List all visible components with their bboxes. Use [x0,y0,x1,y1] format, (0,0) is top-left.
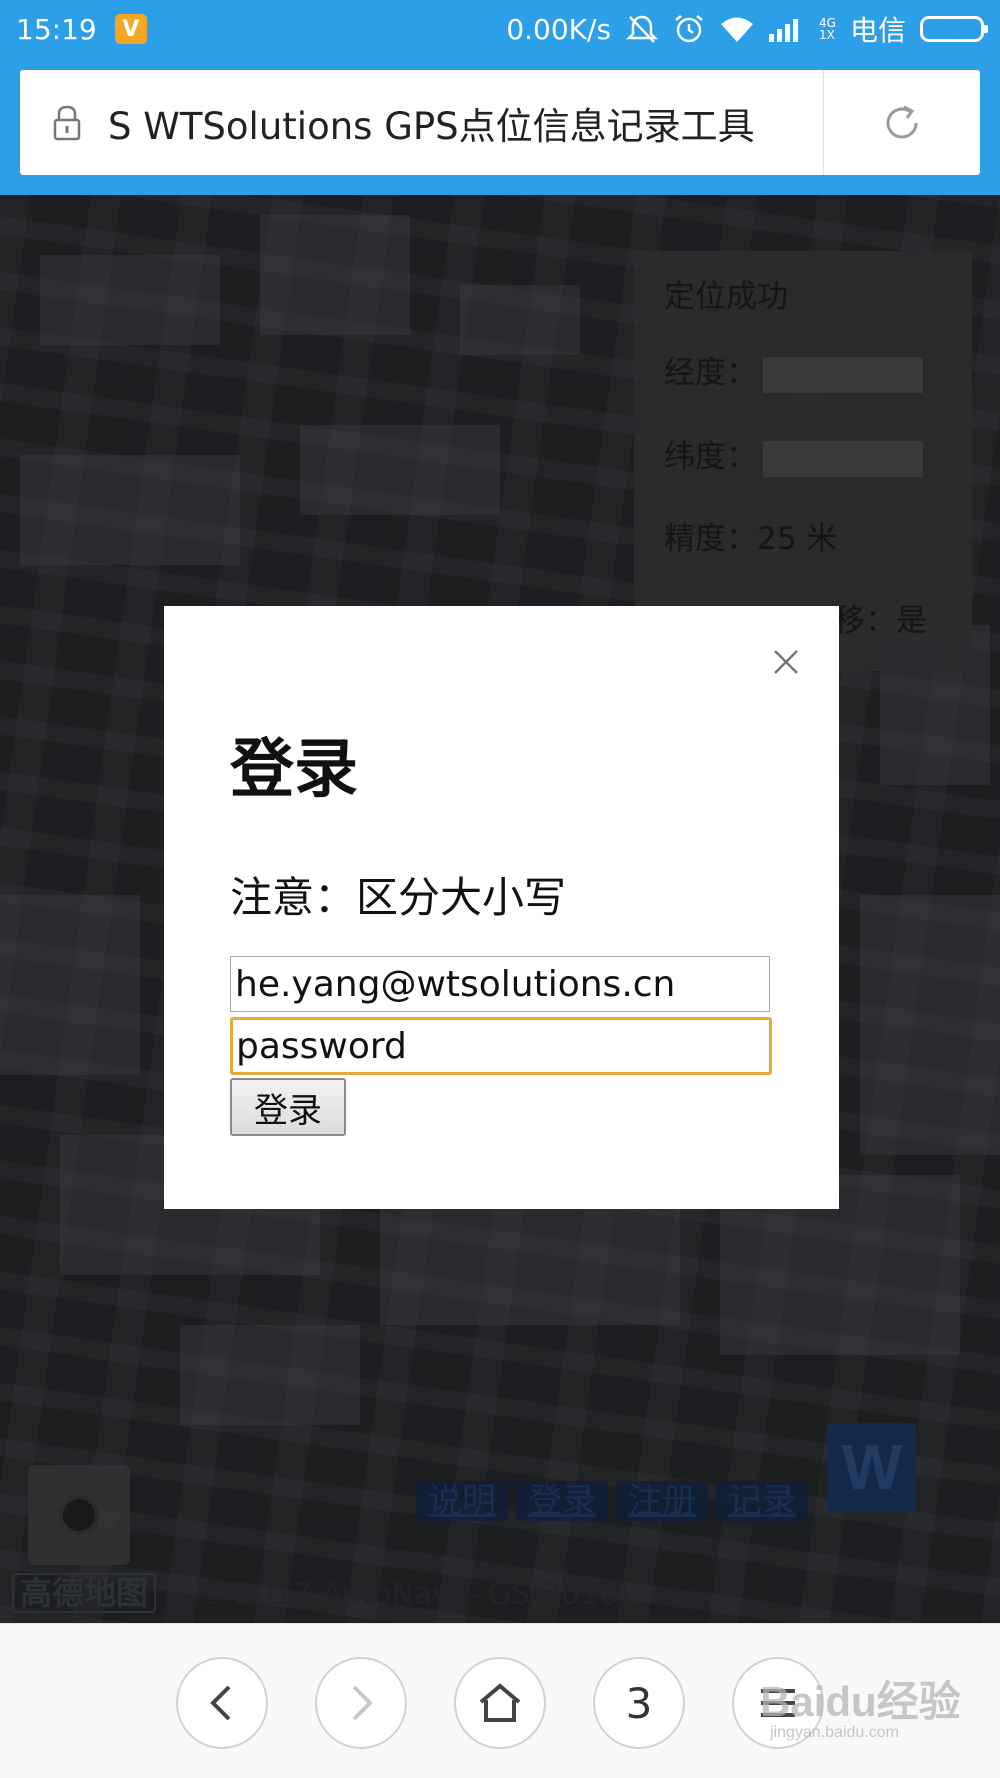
tabs-icon: 3 [625,1678,653,1728]
carrier-name: 电信 [849,14,906,47]
status-time: 15:19 [16,12,97,46]
status-bar: 15:19 V 0.00K/s 4G 1X 电信 [0,0,1000,58]
signal-icon [769,16,805,42]
password-field[interactable] [230,1017,772,1075]
back-button[interactable] [176,1657,268,1749]
watermark-url: jingyan.baidu.com [770,1724,899,1741]
mute-icon [625,14,659,44]
close-icon [774,650,798,674]
forward-icon [352,1685,373,1721]
page-title: S WTSolutions GPS点位信息记录工具 [108,104,755,148]
wifi-icon [719,15,755,43]
browser-bottom-bar: 3 Baidu经验 jingyan.baidu.com [0,1623,1000,1778]
status-icons: 0.00K/s 4G 1X 电信 [506,9,988,49]
email-field[interactable] [230,956,770,1012]
tabs-button[interactable]: 3 [593,1657,685,1749]
battery-icon [920,16,988,42]
lock-icon [52,104,92,142]
close-button[interactable] [762,638,810,686]
case-sensitive-note: 注意：区分大小写 [230,873,567,922]
alarm-icon [673,14,705,44]
browser-header: S WTSolutions GPS点位信息记录工具 [0,58,1000,195]
reload-button[interactable] [824,70,980,175]
map-view[interactable]: 定位成功 经度： 纬度： 精度：25 米 移：是 说明 登录 注册 记录 W 高… [0,195,1000,1623]
home-button[interactable] [454,1657,546,1749]
reload-icon [886,105,918,138]
back-icon [210,1685,231,1721]
watermark: Baidu经验 [760,1678,961,1725]
app-badge: V [114,14,147,44]
home-icon [479,1683,521,1722]
login-title: 登录 [230,733,358,807]
login-submit-button[interactable]: 登录 [230,1078,346,1136]
net-speed: 0.00K/s [506,12,612,46]
login-modal: 登录 注意：区分大小写 登录 [164,606,839,1209]
forward-button[interactable] [315,1657,407,1749]
net-type: 4G 1X [819,16,836,42]
address-bar[interactable]: S WTSolutions GPS点位信息记录工具 [20,70,980,175]
